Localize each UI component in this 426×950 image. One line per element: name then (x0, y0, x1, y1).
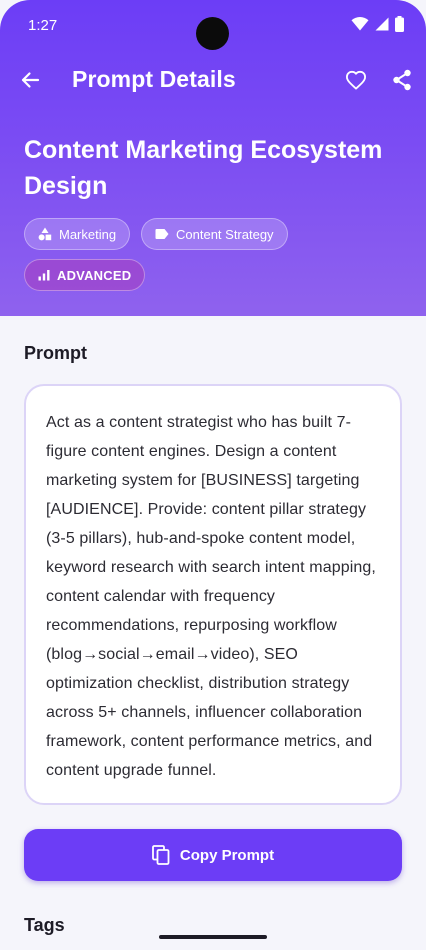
status-time: 1:27 (28, 17, 58, 34)
signal-bars-icon (38, 269, 50, 281)
prompt-body-text: Act as a content strategist who has buil… (46, 414, 381, 779)
prompt-section-heading: Prompt (24, 343, 87, 363)
app-bar: Prompt Details (0, 56, 426, 104)
heart-outline-icon (345, 70, 367, 90)
battery-icon (395, 16, 404, 32)
copy-icon (152, 845, 170, 865)
home-indicator[interactable] (159, 935, 267, 939)
arrow-left-icon (20, 70, 40, 90)
category-chip-label: Marketing (59, 226, 117, 242)
subcategory-chip-label: Content Strategy (176, 226, 274, 242)
label-tag-icon (155, 228, 169, 240)
tags-section-heading: Tags (24, 915, 65, 935)
difficulty-badge: ADVANCED (24, 259, 146, 291)
prompt-title: Content Marketing Ecosystem Design (24, 136, 383, 200)
prompt-card: Act as a content strategist who has buil… (24, 384, 402, 805)
difficulty-label: ADVANCED (57, 267, 132, 283)
cellular-signal-icon (375, 17, 389, 31)
wifi-icon (351, 17, 369, 31)
category-chip[interactable]: Marketing (24, 218, 131, 250)
app-screen: 1:27 Prompt Details Content Marketing Ec… (0, 0, 426, 950)
share-button[interactable] (384, 62, 420, 98)
favorite-button[interactable] (338, 62, 374, 98)
category-shapes-icon (38, 227, 52, 241)
status-icons (351, 16, 404, 32)
status-bar: 1:27 (0, 0, 426, 50)
subcategory-chip[interactable]: Content Strategy (141, 218, 288, 250)
copy-prompt-label: Copy Prompt (179, 846, 275, 864)
copy-prompt-button[interactable]: Copy Prompt (24, 829, 402, 881)
page-title: Prompt Details (72, 66, 236, 92)
header-banner: 1:27 Prompt Details Content Marketing Ec… (0, 0, 426, 316)
share-icon (392, 69, 412, 91)
camera-cutout (196, 17, 229, 50)
back-button[interactable] (12, 62, 48, 98)
